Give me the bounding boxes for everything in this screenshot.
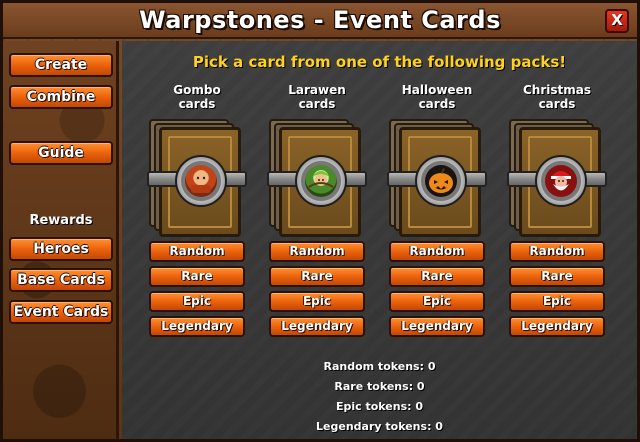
legendary-button[interactable]: Legendary [149,316,245,337]
pack-title-line2: cards [418,97,456,111]
close-button[interactable]: X [605,9,629,33]
pack-title-line1: Christmas [522,83,591,97]
legendary-button[interactable]: Legendary [509,316,605,337]
pack-title-line2: cards [538,97,576,111]
guide-button[interactable]: Guide [9,141,113,165]
warrior-hero-icon [185,165,217,197]
santa-icon [545,165,577,197]
main-panel: Pick a card from one of the following pa… [122,41,637,439]
epic-tokens-count: Epic tokens: 0 [335,400,424,413]
random-button[interactable]: Random [509,241,605,262]
legendary-button[interactable]: Legendary [269,316,365,337]
heroes-button[interactable]: Heroes [9,237,113,261]
pack-title: Gombo cards [147,83,247,113]
pack-halloween: Halloween cards Random Rare Epic Legenda… [387,83,487,337]
rare-button[interactable]: Rare [149,266,245,287]
window-title: Warpstones - Event Cards [139,6,501,34]
hero-medallion [175,155,227,207]
pack-title: Christmas cards [507,83,607,113]
pack-title: Halloween cards [387,83,487,113]
card-deck[interactable] [507,119,607,237]
archer-hero-icon [305,165,337,197]
instruction-text: Pick a card from one of the following pa… [192,53,567,71]
game-window: Warpstones - Event Cards X Create Combin… [0,0,640,442]
create-button[interactable]: Create [9,53,113,77]
pack-title-line1: Larawen [288,83,346,97]
pack-title-line1: Halloween [401,83,473,97]
random-tokens-count: Random tokens: 0 [323,360,436,373]
rare-button[interactable]: Rare [509,266,605,287]
epic-button[interactable]: Epic [269,291,365,312]
legendary-tokens-count: Legendary tokens: 0 [316,420,443,433]
pack-larawen: Larawen cards Random Rare Epic Legendary [267,83,367,337]
combine-button[interactable]: Combine [9,85,113,109]
random-button[interactable]: Random [149,241,245,262]
hero-medallion [295,155,347,207]
epic-button[interactable]: Epic [509,291,605,312]
card-deck[interactable] [267,119,367,237]
hero-medallion [415,155,467,207]
random-button[interactable]: Random [269,241,365,262]
sidebar: Create Combine Guide Rewards Heroes Base… [3,41,119,439]
pack-title-line2: cards [178,97,216,111]
card-deck[interactable] [387,119,487,237]
pumpkin-icon [425,165,457,197]
pack-gombo: Gombo cards Random Rare Epic Legendary [147,83,247,337]
event-cards-button[interactable]: Event Cards [9,300,113,324]
pack-title: Larawen cards [267,83,367,113]
random-button[interactable]: Random [389,241,485,262]
card-deck[interactable] [147,119,247,237]
pack-title-line2: cards [298,97,336,111]
pack-christmas: Christmas cards Random Rare Epic Legenda… [507,83,607,337]
rare-button[interactable]: Rare [389,266,485,287]
epic-button[interactable]: Epic [389,291,485,312]
pack-title-line1: Gombo [173,83,221,97]
rare-tokens-count: Rare tokens: 0 [334,380,425,393]
base-cards-button[interactable]: Base Cards [9,268,113,292]
rewards-heading: Rewards [29,213,93,228]
rare-button[interactable]: Rare [269,266,365,287]
legendary-button[interactable]: Legendary [389,316,485,337]
hero-medallion [535,155,587,207]
title-bar: Warpstones - Event Cards X [3,3,637,39]
token-counts: Random tokens: 0 Rare tokens: 0 Epic tok… [122,357,637,437]
epic-button[interactable]: Epic [149,291,245,312]
